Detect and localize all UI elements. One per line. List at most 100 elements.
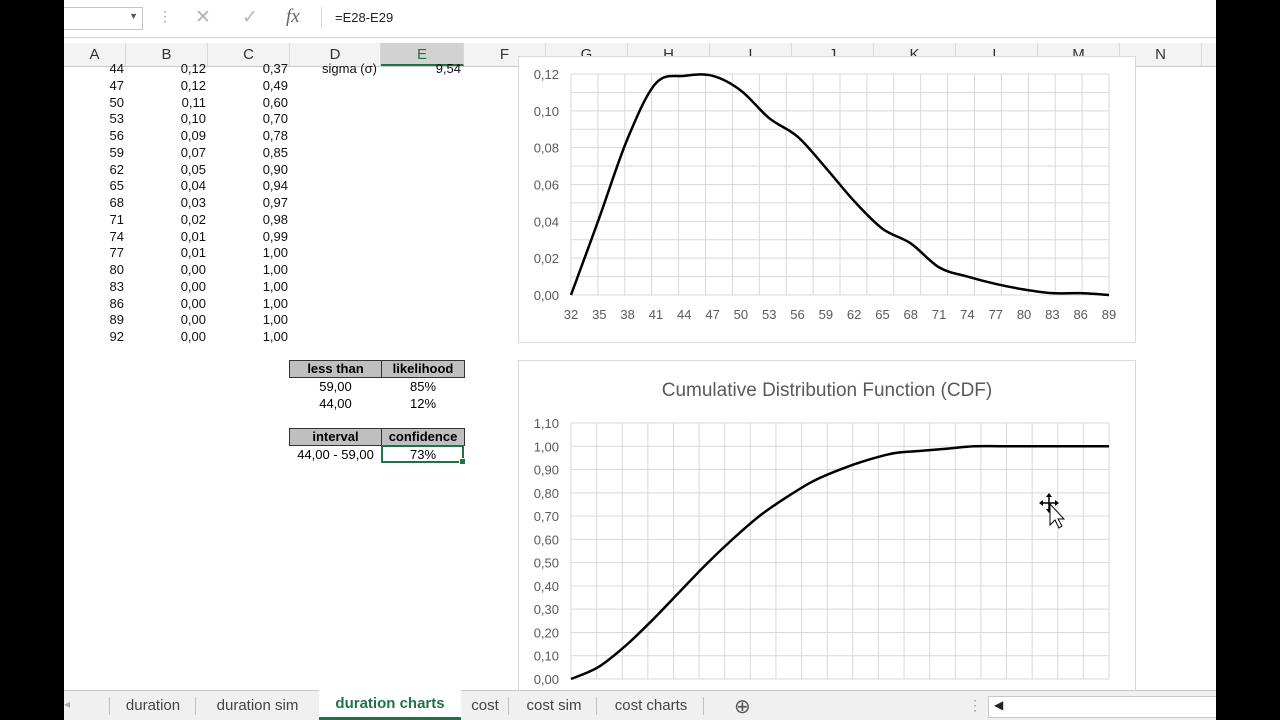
row-pdf-value[interactable]: 0,00 [126, 295, 206, 312]
sheet-tab[interactable]: cost [462, 691, 508, 720]
confidence-header[interactable]: confidence [381, 428, 465, 446]
tab-scroll-icon[interactable]: ◂ [64, 697, 70, 711]
row-cdf-value[interactable]: 1,00 [208, 278, 288, 295]
row-x-value[interactable]: 62 [64, 161, 124, 178]
row-x-value[interactable]: 56 [64, 127, 124, 144]
row-cdf-value[interactable]: 0,60 [208, 94, 288, 111]
less-than-header[interactable]: less than [289, 360, 382, 378]
row-x-value[interactable]: 89 [64, 311, 124, 328]
row-x-value[interactable]: 83 [64, 278, 124, 295]
row-cdf-value[interactable]: 0,90 [208, 161, 288, 178]
y-tick-label: 0,04 [534, 214, 559, 229]
row-pdf-value[interactable]: 0,01 [126, 228, 206, 245]
data-point [838, 468, 842, 472]
more-options-icon[interactable]: ⋮ [158, 8, 172, 25]
interval-header[interactable]: interval [289, 428, 382, 446]
row-x-value[interactable]: 53 [64, 110, 124, 127]
add-sheet-icon[interactable]: ⊕ [734, 694, 751, 719]
insert-function-icon[interactable]: fx [286, 6, 300, 28]
row-cdf-value[interactable]: 0,94 [208, 177, 288, 194]
sheet-tab[interactable]: duration [111, 691, 195, 720]
row-x-value[interactable]: 86 [64, 295, 124, 312]
row-pdf-value[interactable]: 0,00 [126, 311, 206, 328]
data-point [704, 563, 708, 567]
less-than-value[interactable]: 59,00 [289, 378, 382, 395]
row-x-value[interactable]: 50 [64, 94, 124, 111]
x-tick-label: 47 [705, 307, 719, 322]
active-cell-selection[interactable] [381, 445, 466, 465]
row-cdf-value[interactable]: 0,37 [208, 60, 288, 77]
row-cdf-value[interactable]: 0,98 [208, 211, 288, 228]
scroll-left-icon[interactable]: ◀ [994, 698, 1003, 712]
sigma-value[interactable]: 9,54 [381, 60, 461, 77]
likelihood-value[interactable]: 85% [381, 378, 465, 395]
row-cdf-value[interactable]: 0,85 [208, 144, 288, 161]
row-x-value[interactable]: 44 [64, 60, 124, 77]
row-cdf-value[interactable]: 0,97 [208, 194, 288, 211]
row-x-value[interactable]: 80 [64, 261, 124, 278]
row-x-value[interactable]: 47 [64, 77, 124, 94]
data-point [739, 89, 743, 93]
sigma-label[interactable]: sigma (σ) [322, 60, 380, 77]
row-cdf-value[interactable]: 0,78 [208, 127, 288, 144]
y-tick-label: 0,60 [534, 532, 559, 547]
row-pdf-value[interactable]: 0,00 [126, 261, 206, 278]
row-cdf-value[interactable]: 0,70 [208, 110, 288, 127]
interval-value[interactable]: 44,00 - 59,00 [289, 446, 382, 463]
row-pdf-value[interactable]: 0,11 [126, 94, 206, 111]
enter-icon[interactable]: ✓ [242, 6, 258, 29]
row-pdf-value[interactable]: 0,07 [126, 144, 206, 161]
y-tick-label: 0,80 [534, 486, 559, 501]
formula-input[interactable]: =E28-E29 [321, 7, 1216, 28]
row-x-value[interactable]: 59 [64, 144, 124, 161]
cancel-icon[interactable]: ✕ [195, 6, 211, 29]
row-cdf-value[interactable]: 0,49 [208, 77, 288, 94]
row-x-value[interactable]: 71 [64, 211, 124, 228]
data-point [677, 591, 681, 595]
row-pdf-value[interactable]: 0,05 [126, 161, 206, 178]
less-than-value[interactable]: 44,00 [289, 395, 382, 412]
row-pdf-value[interactable]: 0,02 [126, 211, 206, 228]
row-x-value[interactable]: 68 [64, 194, 124, 211]
row-x-value[interactable]: 74 [64, 228, 124, 245]
chevron-down-icon[interactable]: ▼ [129, 11, 138, 21]
data-point [596, 665, 600, 669]
y-tick-label: 0,08 [534, 141, 559, 156]
row-cdf-value[interactable]: 1,00 [208, 311, 288, 328]
row-pdf-value[interactable]: 0,09 [126, 127, 206, 144]
row-pdf-value[interactable]: 0,04 [126, 177, 206, 194]
row-x-value[interactable]: 65 [64, 177, 124, 194]
pdf-chart[interactable]: 0,00 0,02 0,04 0,06 0,08 0,10 0,12 32 35 38 41 44 47… [518, 56, 1136, 343]
more-options-icon[interactable]: ⋮ [968, 697, 982, 714]
fill-handle[interactable] [459, 458, 466, 465]
data-point [796, 135, 800, 139]
row-cdf-value[interactable]: 0,99 [208, 228, 288, 245]
name-box[interactable]: ▼ [64, 7, 143, 30]
row-pdf-value[interactable]: 0,00 [126, 278, 206, 295]
row-pdf-value[interactable]: 0,12 [126, 77, 206, 94]
row-cdf-value[interactable]: 1,00 [208, 244, 288, 261]
sheet-tab[interactable]: cost charts [599, 691, 703, 720]
y-tick-label: 1,00 [534, 439, 559, 454]
sheet-tab[interactable]: duration sim [199, 691, 316, 720]
likelihood-header[interactable]: likelihood [381, 360, 465, 378]
sheet-tab[interactable]: duration charts [319, 690, 461, 720]
horizontal-scrollbar[interactable]: ◀ [988, 696, 1216, 718]
sheet-tab[interactable]: cost sim [512, 691, 596, 720]
row-pdf-value[interactable]: 0,00 [126, 328, 206, 345]
data-point [1079, 291, 1083, 295]
row-cdf-value[interactable]: 1,00 [208, 295, 288, 312]
y-tick-label: 0,06 [534, 178, 559, 193]
row-pdf-value[interactable]: 0,03 [126, 194, 206, 211]
row-pdf-value[interactable]: 0,12 [126, 60, 206, 77]
sheet-grid[interactable]: sigma (σ) 9,54 44 0,12 0,37 47 0,12 0,49 50 0,1… [64, 56, 1216, 700]
likelihood-value[interactable]: 12% [381, 395, 465, 412]
row-pdf-value[interactable]: 0,01 [126, 244, 206, 261]
row-x-value[interactable]: 92 [64, 328, 124, 345]
row-x-value[interactable]: 77 [64, 244, 124, 261]
excel-window: ▼ ⋮ ✕ ✓ fx =E28-E29 ABCDEFGHIJKLMN sigma… [64, 0, 1216, 720]
y-tick-label: 0,40 [534, 579, 559, 594]
row-cdf-value[interactable]: 1,00 [208, 328, 288, 345]
row-pdf-value[interactable]: 0,10 [126, 110, 206, 127]
row-cdf-value[interactable]: 1,00 [208, 261, 288, 278]
